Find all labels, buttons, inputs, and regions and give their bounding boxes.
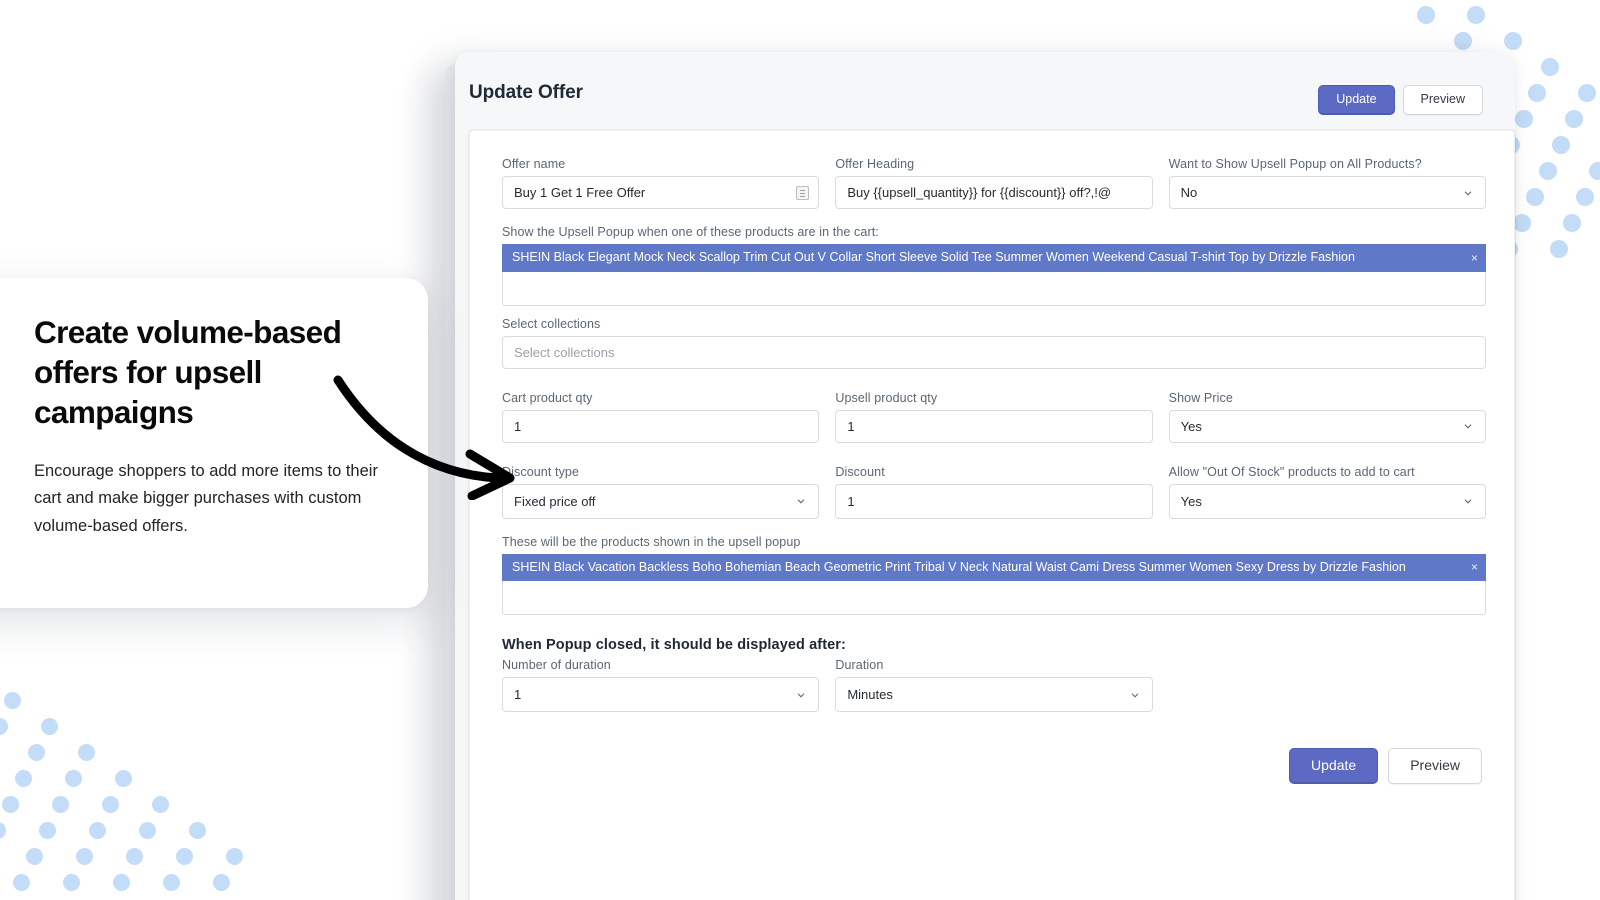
show-on-all-products-label: Want to Show Upsell Popup on All Product… [1168, 157, 1422, 171]
footer-actions: Update Preview [502, 748, 1486, 784]
preview-button-bottom[interactable]: Preview [1388, 748, 1482, 784]
upsell-product-qty-input[interactable]: 1 [835, 409, 1153, 443]
collections-input[interactable]: Select collections [502, 335, 1486, 369]
preview-button-top[interactable]: Preview [1402, 85, 1483, 115]
promo-body: Encourage shoppers to add more items to … [34, 462, 378, 535]
remove-tag-icon[interactable]: × [1471, 561, 1478, 573]
app-panel: Update Offer Update Preview Offer name B… [455, 52, 1515, 900]
chevron-down-icon [1131, 693, 1139, 698]
duration-spacer [1169, 658, 1486, 712]
upsell-product-qty-group: Upsell product qty 1 [835, 390, 1153, 443]
allow-out-of-stock-value: Yes [1180, 493, 1202, 509]
show-on-all-products-select[interactable]: No [1168, 176, 1486, 209]
upsell-product-qty-label: Upsell product qty [835, 390, 938, 405]
form-row-2: Cart product qty 1 Upsell product qty 1 … [502, 391, 1486, 443]
show-price-select[interactable]: Yes [1168, 409, 1486, 443]
allow-out-of-stock-select[interactable]: Yes [1168, 483, 1486, 519]
chevron-down-icon [797, 499, 805, 504]
offer-name-label: Offer name [502, 157, 566, 171]
show-price-label: Show Price [1168, 390, 1233, 405]
discount-label: Discount [835, 464, 885, 479]
offer-heading-value: Buy {{upsell_quantity}} for {{discount}}… [847, 185, 1112, 200]
upsell-products-input[interactable] [502, 581, 1486, 616]
duration-label: Duration [835, 658, 884, 673]
popup-closed-heading: When Popup closed, it should be displaye… [502, 637, 846, 654]
discount-input[interactable]: 1 [835, 483, 1153, 519]
offer-form: Offer name Buy 1 Get 1 Free Offer Offer … [502, 157, 1486, 784]
cart-product-qty-value: 1 [514, 418, 522, 434]
page-title: Update Offer [469, 82, 583, 103]
upsell-product-tag-label: SHEIN Black Vacation Backless Boho Bohem… [512, 559, 1406, 574]
duration-select[interactable]: Minutes [835, 677, 1153, 713]
cart-product-qty-label: Cart product qty [502, 390, 593, 405]
offer-name-value: Buy 1 Get 1 Free Offer [514, 185, 646, 200]
cart-products-label: Show the Upsell Popup when one of these … [502, 225, 879, 239]
discount-type-group: Discount type Fixed price off [502, 464, 820, 519]
cart-product-qty-group: Cart product qty 1 [502, 390, 820, 443]
offer-heading-group: Offer Heading Buy {{upsell_quantity}} fo… [835, 157, 1153, 209]
form-row-3: Discount type Fixed price off Discount 1 [502, 465, 1486, 519]
resize-handle-icon[interactable] [796, 185, 810, 200]
discount-group: Discount 1 [835, 464, 1153, 519]
update-button-top[interactable]: Update [1318, 85, 1395, 115]
collections-group: Select collections Select collections [502, 317, 1486, 369]
discount-type-value: Fixed price off [514, 493, 596, 509]
cart-products-input[interactable] [502, 271, 1486, 306]
duration-value: Minutes [847, 687, 893, 703]
upsell-product-qty-value: 1 [847, 418, 855, 434]
number-of-duration-value: 1 [514, 687, 522, 703]
collections-placeholder: Select collections [514, 344, 615, 360]
screenshot-root: Update Offer Update Preview Offer name B… [0, 0, 1600, 900]
offer-name-group: Offer name Buy 1 Get 1 Free Offer [502, 157, 820, 209]
offer-heading-label: Offer Heading [835, 157, 915, 171]
cart-products-group: Show the Upsell Popup when one of these … [502, 225, 1486, 306]
number-of-duration-label: Number of duration [502, 658, 611, 673]
chevron-down-icon [797, 693, 805, 698]
chevron-down-icon [1464, 499, 1472, 504]
upsell-products-label: These will be the products shown in the … [502, 534, 801, 549]
allow-out-of-stock-label: Allow "Out Of Stock" products to add to … [1168, 464, 1415, 479]
upsell-product-tag[interactable]: SHEIN Black Vacation Backless Boho Bohem… [502, 553, 1486, 582]
cart-products-tagbox: SHEIN Black Elegant Mock Neck Scallop Tr… [502, 244, 1486, 306]
promo-title: Create volume-based offers for upsell ca… [34, 314, 342, 430]
offer-name-input[interactable]: Buy 1 Get 1 Free Offer [502, 176, 820, 209]
update-button-bottom[interactable]: Update [1289, 748, 1379, 784]
upsell-products-tagbox: SHEIN Black Vacation Backless Boho Bohem… [502, 553, 1486, 616]
header-actions: Update Preview [1318, 85, 1483, 115]
show-on-all-products-value: No [1180, 185, 1198, 200]
cart-product-qty-input[interactable]: 1 [502, 409, 820, 443]
cart-product-tag-label: SHEIN Black Elegant Mock Neck Scallop Tr… [512, 250, 1355, 264]
allow-out-of-stock-group: Allow "Out Of Stock" products to add to … [1168, 464, 1486, 519]
popup-closed-section: When Popup closed, it should be displaye… [502, 637, 1486, 713]
decorative-dots-bottom-left [0, 640, 260, 900]
offer-heading-input[interactable]: Buy {{upsell_quantity}} for {{discount}}… [835, 176, 1153, 209]
discount-type-select[interactable]: Fixed price off [502, 483, 820, 519]
show-price-group: Show Price Yes [1168, 390, 1486, 443]
show-price-value: Yes [1180, 418, 1202, 434]
number-of-duration-select[interactable]: 1 [502, 677, 820, 713]
offer-form-card: Offer name Buy 1 Get 1 Free Offer Offer … [469, 130, 1515, 900]
discount-type-label: Discount type [502, 464, 580, 479]
duration-row: Number of duration 1 Duration Minutes [502, 658, 1486, 713]
upsell-products-group: These will be the products shown in the … [502, 535, 1486, 616]
panel-header: Update Offer Update Preview [455, 52, 1515, 130]
discount-value: 1 [847, 493, 855, 509]
chevron-down-icon [1464, 190, 1472, 196]
cart-product-tag[interactable]: SHEIN Black Elegant Mock Neck Scallop Tr… [502, 244, 1486, 272]
chevron-down-icon [1464, 424, 1472, 429]
duration-group: Duration Minutes [835, 658, 1153, 713]
form-row-1: Offer name Buy 1 Get 1 Free Offer Offer … [502, 157, 1486, 209]
number-of-duration-group: Number of duration 1 [502, 658, 820, 713]
show-on-all-products-group: Want to Show Upsell Popup on All Product… [1168, 157, 1486, 209]
remove-tag-icon[interactable]: × [1471, 252, 1478, 264]
promo-card: Create volume-based offers for upsell ca… [0, 278, 428, 608]
collections-label: Select collections [502, 316, 601, 331]
